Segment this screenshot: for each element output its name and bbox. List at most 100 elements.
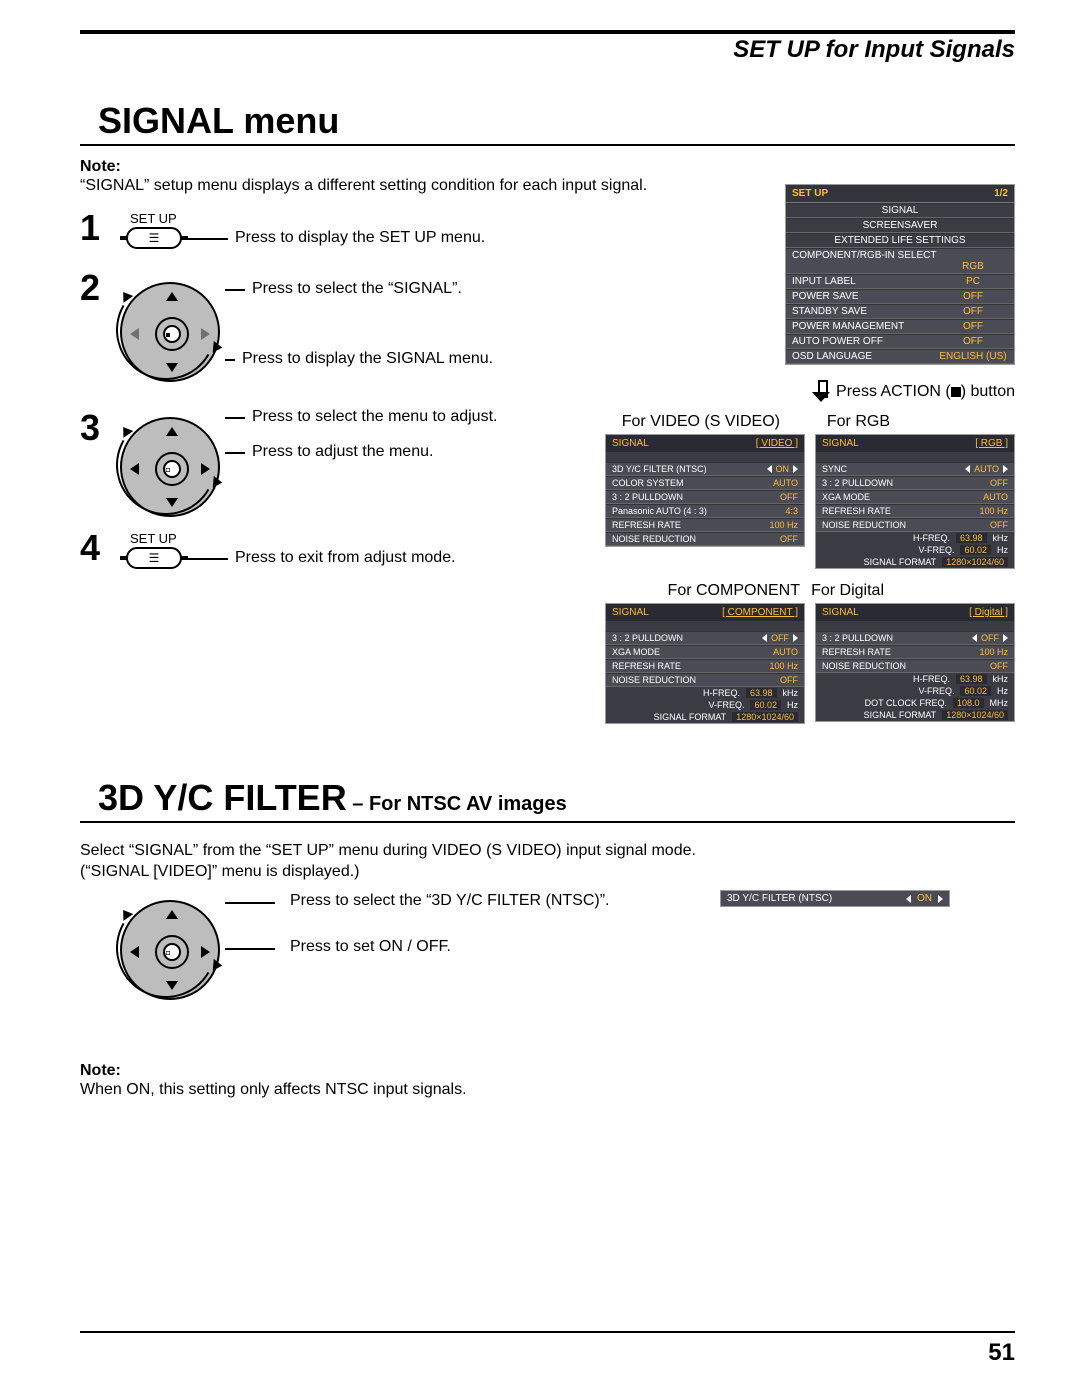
osd-row-label: STANDBY SAVE (792, 306, 867, 317)
step-number-2: 2 (80, 267, 100, 309)
format-value: 1280×1024/60 (942, 710, 1008, 720)
format-label: SIGNAL FORMAT (864, 557, 937, 567)
osd-sig-title: SIGNAL (822, 438, 859, 449)
step3b-text: Press to adjust the menu. (252, 443, 433, 461)
osd-row-value: RGB (938, 261, 1008, 272)
press-action-row: Press ACTION () button (812, 380, 1015, 404)
osd-sig-title: SIGNAL (822, 607, 859, 618)
freq-unit: kHz (993, 674, 1009, 684)
step-number-3: 3 (80, 407, 100, 449)
freq-value: 60.02 (750, 700, 781, 710)
osd-signal-video: SIGNAL[ VIDEO ]3D Y/C FILTER (NTSC)ONCOL… (605, 434, 805, 547)
note-label-2: Note: (80, 1062, 1015, 1080)
osd-row-value: ENGLISH (US) (938, 351, 1008, 362)
footer-rule (80, 1331, 1015, 1333)
osd-setup-menu: SET UP 1/2 SIGNALSCREENSAVEREXTENDED LIF… (785, 184, 1015, 365)
freq-value: 60.02 (960, 686, 991, 696)
down-arrow-icon (812, 380, 830, 404)
freq-value: 63.98 (956, 674, 987, 684)
osd-row-value: 100 Hz (979, 506, 1008, 516)
format-value: 1280×1024/60 (942, 557, 1008, 567)
osd-row-label: 3 : 2 PULLDOWN (822, 633, 893, 643)
osd-setup-page: 1/2 (994, 188, 1008, 199)
section2-intro-l2: (“SIGNAL [VIDEO]” menu is displayed.) (80, 862, 1015, 883)
freq-value: 108.0 (953, 698, 984, 708)
setup-button-label: SET UP (130, 531, 177, 546)
osd-row-value: 100 Hz (979, 647, 1008, 657)
note-label: Note: (80, 158, 1015, 176)
osd-row-label: SIGNAL (882, 205, 919, 216)
osd-row-value: AUTO (773, 478, 798, 488)
list-icon: ☰ (149, 551, 160, 565)
freq-label: H-FREQ. (703, 688, 740, 698)
step4-text: Press to exit from adjust mode. (235, 549, 456, 567)
dpad-icon: ▫ (120, 417, 220, 517)
osd-row-label: COMPONENT/RGB-IN SELECT (792, 250, 1008, 261)
osd-sig-title: SIGNAL (612, 438, 649, 449)
format-label: SIGNAL FORMAT (654, 712, 727, 722)
osd-row-value: OFF (990, 661, 1008, 671)
osd-row-value: OFF (981, 633, 999, 643)
osd-row-label: NOISE REDUCTION (822, 661, 906, 671)
osd-row-label: 3 : 2 PULLDOWN (612, 633, 683, 643)
step1-text: Press to display the SET UP menu. (235, 229, 485, 247)
osd-row-label: NOISE REDUCTION (822, 520, 906, 530)
freq-label: DOT CLOCK FREQ. (865, 698, 947, 708)
osd-signal-rgb: SIGNAL[ RGB ]SYNCAUTO3 : 2 PULLDOWNOFFXG… (815, 434, 1015, 569)
osd-sig-title: SIGNAL (612, 607, 649, 618)
section2-intro-l1: Select “SIGNAL” from the “SET UP” menu d… (80, 841, 1015, 862)
page-number: 51 (80, 1339, 1015, 1367)
yc-osd-label: 3D Y/C FILTER (NTSC) (727, 893, 832, 904)
freq-label: H-FREQ. (913, 533, 950, 543)
label-for-rgb: For RGB (827, 413, 890, 431)
osd-row-label: REFRESH RATE (612, 520, 681, 530)
osd-row-label: NOISE REDUCTION (612, 675, 696, 685)
list-icon: ☰ (149, 231, 160, 245)
setup-button-label: SET UP (130, 211, 177, 226)
osd-row-label: SYNC (822, 464, 847, 474)
freq-unit: MHz (990, 698, 1009, 708)
freq-unit: Hz (787, 700, 798, 710)
osd-signal-digital: SIGNAL[ Digital ]3 : 2 PULLDOWNOFFREFRES… (815, 603, 1015, 722)
osd-row-label: REFRESH RATE (822, 506, 891, 516)
osd-row-label: OSD LANGUAGE (792, 351, 872, 362)
osd-row-label: INPUT LABEL (792, 276, 856, 287)
osd-row-label: XGA MODE (612, 647, 660, 657)
osd-row-label: 3 : 2 PULLDOWN (822, 478, 893, 488)
yc-line2: Press to set ON / OFF. (290, 938, 451, 956)
osd-row-label: REFRESH RATE (612, 661, 681, 671)
osd-row-value: OFF (938, 321, 1008, 332)
osd-3d-yc-filter: 3D Y/C FILTER (NTSC) ON (720, 890, 950, 907)
osd-row-label: XGA MODE (822, 492, 870, 502)
freq-label: V-FREQ. (918, 545, 954, 555)
yc-line1: Press to select the “3D Y/C FILTER (NTSC… (290, 892, 609, 910)
freq-unit: Hz (997, 686, 1008, 696)
step-number-1: 1 (80, 207, 100, 249)
freq-label: V-FREQ. (918, 686, 954, 696)
rule-under-title (80, 144, 1015, 146)
osd-row-value: AUTO (983, 492, 1008, 502)
osd-row-label: AUTO POWER OFF (792, 336, 883, 347)
step2b-text: Press to display the SIGNAL menu. (242, 350, 493, 368)
osd-row-value: OFF (938, 291, 1008, 302)
section-title-signal-menu: SIGNAL menu (98, 100, 1015, 142)
label-for-digital: For Digital (811, 582, 884, 600)
freq-value: 63.98 (746, 688, 777, 698)
freq-label: V-FREQ. (708, 700, 744, 710)
format-label: SIGNAL FORMAT (864, 710, 937, 720)
label-for-video: For VIDEO (S VIDEO) (622, 413, 780, 431)
osd-row-value: OFF (990, 478, 1008, 488)
osd-row-value: OFF (938, 306, 1008, 317)
osd-row-value: PC (938, 276, 1008, 287)
osd-row-value: 4:3 (785, 506, 798, 516)
osd-row-value: OFF (780, 492, 798, 502)
osd-sig-cat: [ Digital ] (969, 607, 1008, 618)
step-number-4: 4 (80, 527, 100, 569)
freq-value: 63.98 (956, 533, 987, 543)
osd-row-value: AUTO (773, 647, 798, 657)
format-value: 1280×1024/60 (732, 712, 798, 722)
osd-signal-component: SIGNAL[ COMPONENT ]3 : 2 PULLDOWNOFFXGA … (605, 603, 805, 724)
osd-row-value: 100 Hz (769, 520, 798, 530)
step3a-text: Press to select the menu to adjust. (252, 408, 497, 426)
dpad-icon: ▫ (120, 900, 220, 1000)
